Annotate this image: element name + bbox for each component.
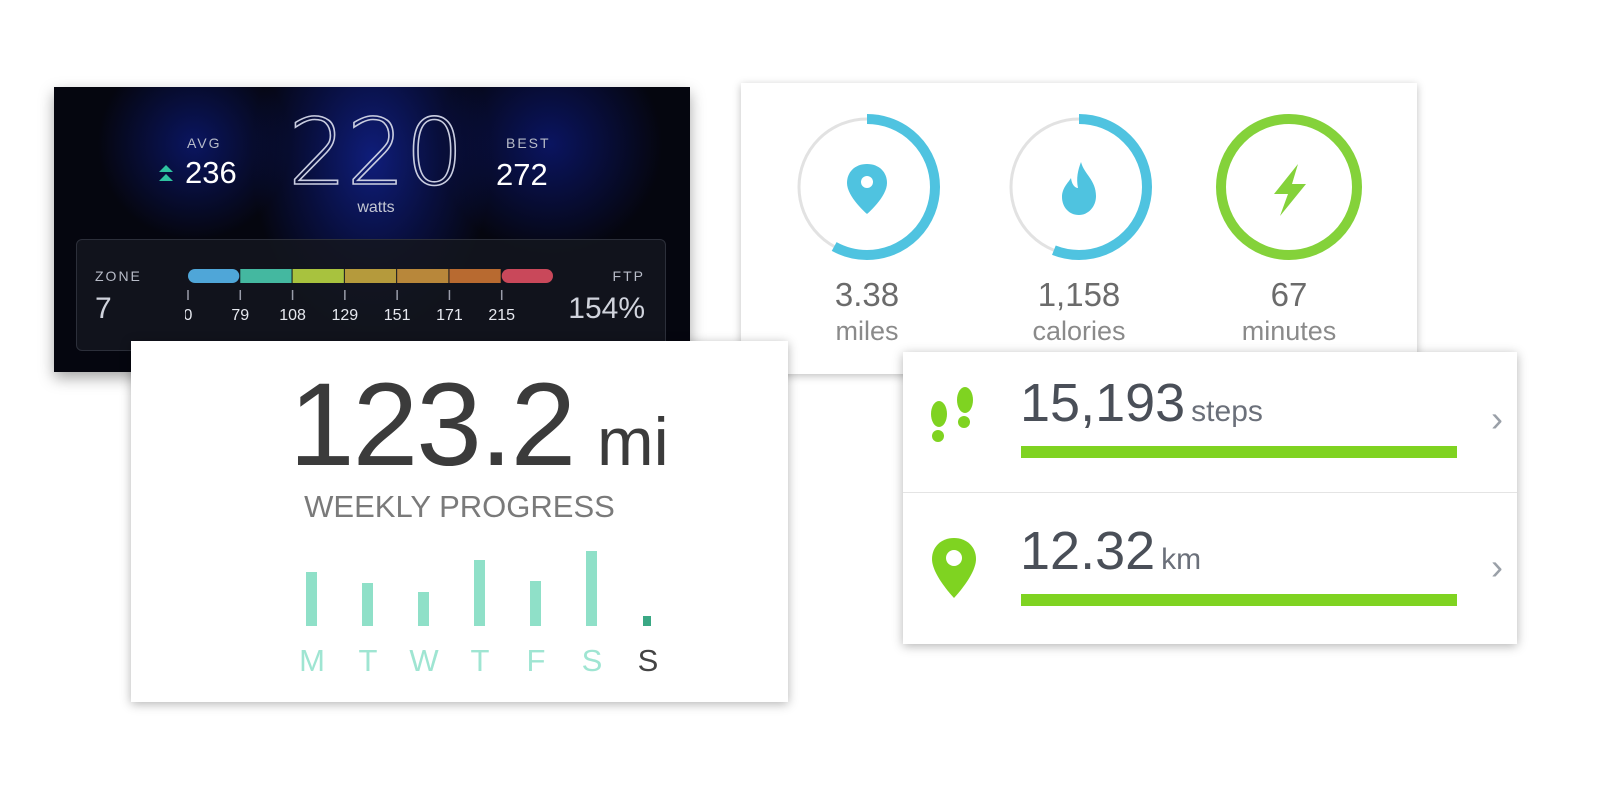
activity-summary-card: 15,193 steps › 12.32 km › <box>903 352 1517 644</box>
map-pin-icon <box>932 538 976 598</box>
weekly-total-value: 123.2 <box>289 359 576 491</box>
day-bar <box>474 560 485 626</box>
calories-unit: calories <box>1032 316 1126 346</box>
day-bar <box>362 582 373 626</box>
distance-km-value: 12.32 <box>1020 521 1156 581</box>
day-label: W <box>409 643 439 678</box>
zone-segment <box>501 269 553 283</box>
steps-value: 15,193 <box>1020 373 1186 433</box>
power-card: AVG 236 220 watts BEST 272 ZONE 7 0 79 108… <box>54 87 690 372</box>
minutes-value: 67 <box>1270 276 1308 313</box>
calories-value: 1,158 <box>1037 276 1121 313</box>
avg-value: 236 <box>185 155 237 190</box>
day-label: S <box>637 643 659 678</box>
day-label: T <box>470 643 490 678</box>
steps-value-group: 15,193 steps <box>1020 372 1263 434</box>
avg-label: AVG <box>187 135 222 151</box>
zone-segment <box>292 269 344 283</box>
ftp-value: 154% <box>568 292 645 325</box>
zone-segment <box>449 269 501 283</box>
zone-panel: ZONE 7 0 79 108 129 151 171 215 FTP 154% <box>76 239 666 351</box>
distance-unit: miles <box>835 316 899 346</box>
current-power-unit: watts <box>357 199 395 216</box>
distance-km-unit: km <box>1161 543 1202 576</box>
day-bar <box>643 615 651 626</box>
zone-tick-label: 0 <box>185 307 193 324</box>
day-label: M <box>299 643 325 678</box>
day-bar <box>586 551 597 626</box>
day-label: F <box>526 643 546 678</box>
flame-icon <box>1062 162 1096 215</box>
zone-segment <box>188 269 240 283</box>
zone-label: ZONE <box>95 268 142 284</box>
day-bar <box>530 581 541 626</box>
zone-segment <box>397 269 449 283</box>
chevron-right-icon[interactable]: › <box>1491 546 1503 588</box>
footsteps-icon <box>931 387 973 442</box>
weekly-total-unit: mi <box>597 404 669 480</box>
chevron-right-icon[interactable]: › <box>1491 398 1503 440</box>
activity-rings-card: 3.38 miles 1,158 calories 67 minutes <box>741 83 1417 374</box>
avg-up-arrow-icon <box>159 165 173 181</box>
active-minutes-ring <box>1216 114 1362 260</box>
ftp-label: FTP <box>612 268 645 284</box>
distance-value: 3.38 <box>834 276 900 313</box>
zone-tick-label: 215 <box>488 307 515 324</box>
zone-scale: 0 79 108 129 151 171 215 <box>185 269 553 324</box>
current-power-value: 220 <box>287 98 464 207</box>
weekly-progress-card: 123.2 mi WEEKLY PROGRESS MTWTFSS <box>131 341 788 702</box>
best-value: 272 <box>496 157 548 192</box>
best-label: BEST <box>506 135 551 151</box>
zone-segment <box>240 269 292 283</box>
map-pin-icon <box>847 164 887 214</box>
day-bar <box>418 591 429 626</box>
zone-tick-label: 79 <box>231 307 249 324</box>
row-divider <box>903 492 1517 493</box>
day-bar <box>306 572 317 626</box>
steps-row[interactable]: 15,193 steps › <box>903 352 1517 498</box>
distance-row[interactable]: 12.32 km › <box>903 498 1517 644</box>
zone-tick-label: 151 <box>384 307 411 324</box>
day-label: S <box>581 643 603 678</box>
zone-tick-label: 108 <box>279 307 306 324</box>
calories-ring <box>1006 114 1152 260</box>
zone-segment <box>344 269 397 283</box>
zone-tick-label: 171 <box>436 307 463 324</box>
steps-progress-bar <box>1021 446 1457 458</box>
steps-unit: steps <box>1191 395 1263 428</box>
minutes-unit: minutes <box>1241 316 1337 346</box>
lightning-icon <box>1274 164 1306 216</box>
zone-value: 7 <box>95 292 112 325</box>
weekly-progress-label: WEEKLY PROGRESS <box>304 489 615 524</box>
distance-progress-bar <box>1021 594 1457 606</box>
distance-value-group: 12.32 km <box>1020 520 1201 582</box>
zone-tick-label: 129 <box>332 307 359 324</box>
distance-ring <box>794 114 940 260</box>
day-label: T <box>358 643 378 678</box>
